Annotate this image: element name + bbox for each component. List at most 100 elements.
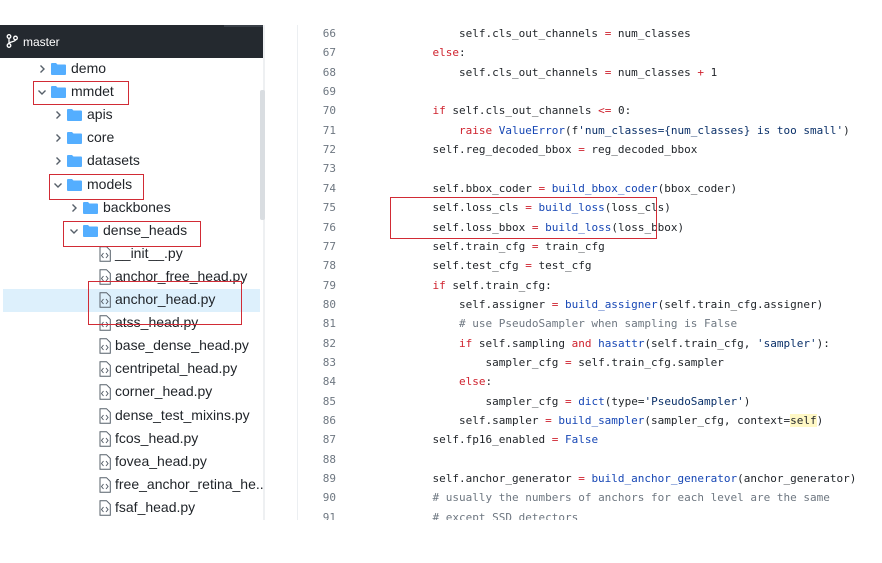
chevron-down-icon[interactable]	[52, 179, 64, 191]
code-line: 84 else:	[298, 373, 882, 392]
code-text: self.fp16_enabled = False	[406, 433, 599, 447]
code-text: else:	[432, 46, 466, 60]
code-line: 75 self.loss_cls = build_loss(loss_cls)	[298, 199, 882, 218]
code-text: if self.train_cfg:	[432, 278, 552, 292]
branch-header[interactable]: master	[0, 25, 265, 58]
tree-file-row[interactable]: free_anchor_retina_he...	[3, 474, 265, 497]
code-line: 79 if self.train_cfg:	[298, 277, 882, 296]
tree-file-row[interactable]: atss_head.py	[3, 312, 260, 335]
tree-file-row[interactable]: fovea_head.py	[3, 451, 260, 474]
line-number[interactable]: 75	[298, 201, 336, 214]
tree-file-row[interactable]: __init__.py	[3, 243, 260, 266]
line-number[interactable]: 69	[298, 85, 336, 98]
tree-folder-row[interactable]: models	[3, 174, 260, 197]
code-text: self.train_cfg = train_cfg	[406, 239, 605, 253]
line-number[interactable]: 79	[298, 279, 336, 292]
code-line: 80 self.assigner = build_assigner(self.t…	[298, 296, 882, 315]
tree-file-row[interactable]: base_dense_head.py	[3, 335, 260, 358]
folder-icon	[51, 86, 66, 99]
code-text: raise ValueError(f'num_classes={num_clas…	[458, 123, 850, 137]
tree-item-label: backbones	[103, 198, 171, 215]
chevron-down-icon[interactable]	[36, 86, 48, 98]
branch-name: master	[23, 35, 60, 49]
line-number[interactable]: 73	[298, 162, 336, 175]
code-line: 82 if self.sampling and hasattr(self.tra…	[298, 335, 882, 354]
tree-folder-row[interactable]: backbones	[3, 197, 260, 220]
tree-folder-row[interactable]: mmdet	[3, 81, 260, 104]
git-branch-icon	[6, 34, 18, 48]
tree-folder-row[interactable]: dense_heads	[3, 220, 260, 243]
tree-file-row[interactable]: anchor_free_head.py	[3, 266, 260, 289]
tree-folder-row[interactable]: datasets	[3, 150, 260, 173]
code-text: self.cls_out_channels = num_classes	[406, 27, 691, 40]
tree-item-label: fsaf_head.py	[115, 498, 196, 515]
code-line: 73	[298, 160, 882, 179]
chevron-right-icon[interactable]	[52, 155, 64, 167]
code-text: self.anchor_generator = build_anchor_gen…	[406, 472, 857, 486]
code-line: 78 self.test_cfg = test_cfg	[298, 257, 882, 276]
tree-file-row[interactable]: dense_test_mixins.py	[3, 405, 260, 428]
tree-folder-row[interactable]: core	[3, 127, 260, 150]
chevron-right-icon[interactable]	[68, 202, 80, 214]
tree-item-label: core	[87, 129, 115, 146]
tree-folder-row[interactable]: apis	[3, 104, 260, 127]
line-number[interactable]: 82	[298, 337, 336, 350]
chevron-right-icon[interactable]	[36, 63, 48, 75]
code-line: 71 raise ValueError(f'num_classes={num_c…	[298, 122, 882, 141]
code-line: 66 self.cls_out_channels = num_classes	[298, 25, 882, 44]
line-number[interactable]: 68	[298, 66, 336, 79]
line-number[interactable]: 80	[298, 298, 336, 311]
tree-file-row[interactable]: anchor_head.py	[3, 289, 260, 312]
file-code-icon	[99, 430, 111, 447]
code-line: 70 if self.cls_out_channels <= 0:	[298, 102, 882, 121]
line-number[interactable]: 83	[298, 356, 336, 369]
line-number[interactable]: 76	[298, 221, 336, 234]
line-number[interactable]: 81	[298, 317, 336, 330]
chevron-right-icon[interactable]	[52, 109, 64, 121]
tree-file-row[interactable]: fsaf_head.py	[3, 497, 260, 520]
file-code-icon	[99, 315, 111, 331]
code-line: 76 self.loss_bbox = build_loss(loss_bbox…	[298, 219, 882, 238]
line-number[interactable]: 87	[298, 433, 336, 446]
tree-item-label: __init__.py	[115, 244, 183, 261]
line-number[interactable]: 88	[298, 453, 336, 466]
tree-item-label: base_dense_head.py	[115, 337, 249, 354]
line-number[interactable]: 91	[298, 511, 336, 520]
code-line: 81 # use PseudoSampler when sampling is …	[298, 315, 882, 334]
line-number[interactable]: 70	[298, 104, 336, 117]
chevron-down-icon[interactable]	[68, 225, 80, 237]
file-code-icon	[99, 269, 111, 285]
code-text: if self.sampling and hasattr(self.train_…	[458, 336, 830, 350]
code-text: sampler_cfg = self.train_cfg.sampler	[406, 355, 724, 369]
line-number[interactable]: 77	[298, 240, 336, 253]
line-number[interactable]: 86	[298, 414, 336, 427]
line-number[interactable]: 72	[298, 143, 336, 156]
tree-file-row[interactable]: corner_head.py	[3, 381, 260, 404]
line-number[interactable]: 71	[298, 124, 336, 137]
line-number[interactable]: 84	[298, 375, 336, 388]
tree-item-label: anchor_free_head.py	[115, 267, 248, 284]
code-text: sampler_cfg = dict(type='PseudoSampler')	[406, 394, 751, 408]
line-number[interactable]: 85	[298, 395, 336, 408]
code-line: 68 self.cls_out_channels = num_classes +…	[298, 64, 882, 83]
line-number[interactable]: 89	[298, 472, 336, 485]
code-text: # use PseudoSampler when sampling is Fal…	[458, 317, 738, 331]
file-code-icon	[99, 292, 111, 308]
line-number[interactable]: 67	[298, 46, 336, 59]
chevron-right-icon[interactable]	[52, 132, 64, 144]
folder-icon	[67, 155, 82, 168]
tree-file-row[interactable]: centripetal_head.py	[3, 358, 260, 381]
tree-item-label: centripetal_head.py	[115, 360, 238, 377]
folder-icon	[83, 224, 98, 237]
line-number[interactable]: 90	[298, 491, 336, 504]
code-line: 89 self.anchor_generator = build_anchor_…	[298, 470, 882, 489]
line-number[interactable]: 66	[298, 27, 336, 40]
tree-folder-row[interactable]: demo	[3, 58, 260, 81]
line-number[interactable]: 74	[298, 182, 336, 195]
tree-scrollbar-thumb[interactable]	[260, 90, 265, 220]
file-code-icon	[99, 245, 111, 262]
tree-item-label: demo	[71, 60, 107, 76]
tree-file-row[interactable]: fcos_head.py	[3, 428, 260, 451]
header-divider	[224, 25, 265, 27]
line-number[interactable]: 78	[298, 259, 336, 272]
